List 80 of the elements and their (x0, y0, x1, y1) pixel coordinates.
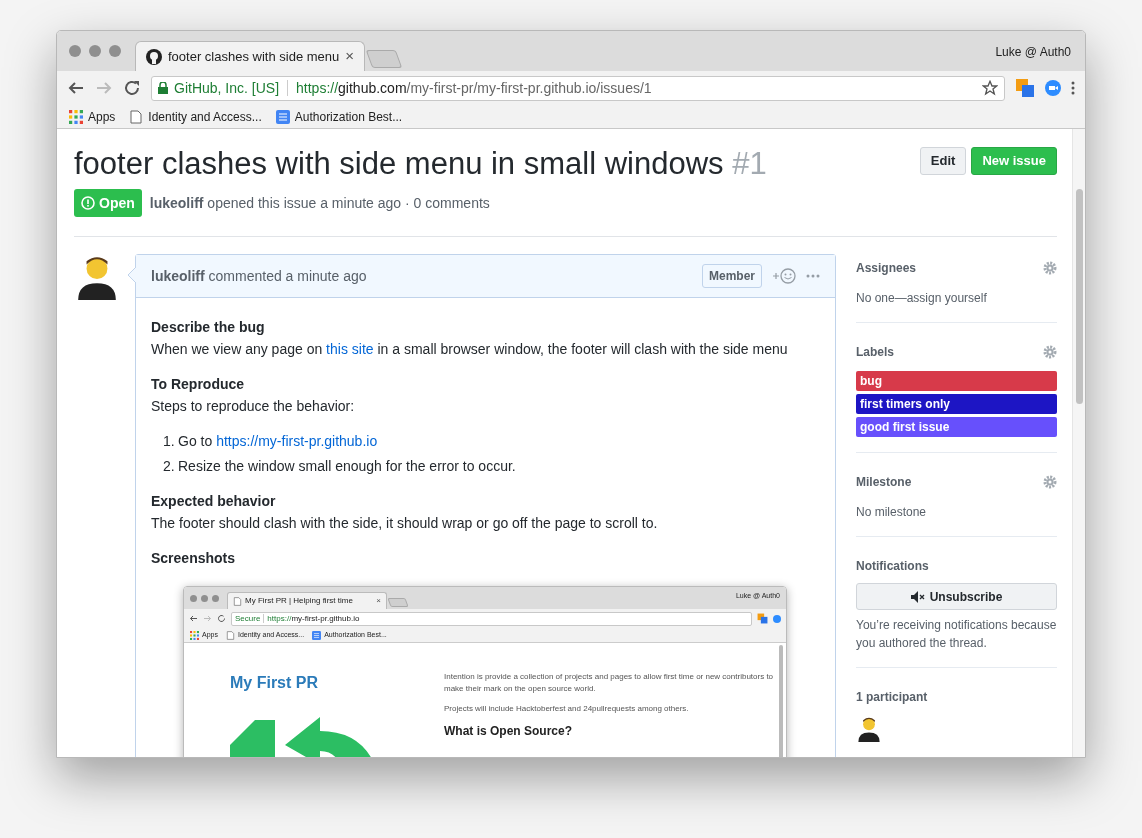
paragraph: When we view any page on this site in a small browser window, the footer will clash with the side menu (151, 340, 789, 359)
video-camera-icon[interactable] (1045, 80, 1061, 96)
section-heading: Describe the bug (151, 318, 266, 337)
url-text: https://my-first-pr.github.io (267, 612, 360, 625)
bookmark-item[interactable]: Identity and Access... (129, 107, 262, 126)
scrollbar-thumb[interactable] (1075, 189, 1083, 404)
label-tag[interactable]: good first issue (856, 417, 1057, 437)
add-reaction-icon[interactable] (772, 268, 796, 284)
video-camera-icon (773, 614, 781, 623)
list-item-text: Resize the window small enough for the error to occur. (178, 457, 516, 476)
sidebar-text: No one—assign yourself (856, 290, 988, 307)
settings-icon[interactable] (1043, 475, 1057, 489)
window-control-icon[interactable] (109, 45, 121, 57)
reload-icon[interactable] (123, 79, 141, 97)
list-item-text: Go to https://my-first-pr.github.io (178, 432, 378, 451)
settings-icon[interactable] (1043, 261, 1057, 275)
lock-icon (158, 82, 168, 94)
paragraph: Projects will include Hacktoberfest and 24pullrequests among others. (444, 703, 690, 715)
tab-title: My First PR | Helping first time (245, 595, 354, 607)
section-heading: To Reproduce (151, 375, 246, 394)
browser-tab[interactable]: footer clashes with side menu × (135, 41, 365, 71)
reload-icon (217, 614, 226, 623)
issue-meta: lukeoliff opened this issue a minute ago · 0 comments (149, 193, 490, 213)
more-options-icon[interactable] (806, 274, 820, 278)
apps-grid-icon (69, 109, 83, 124)
section-heading: Screenshots (151, 549, 237, 568)
page-icon (129, 109, 144, 124)
comment-header-text: lukeoliff commented a minute ago (151, 266, 368, 286)
issue-title: footer clashes with side menu in small windows #1 (74, 145, 768, 183)
label-tag[interactable]: first timers only (856, 394, 1057, 414)
bookmark-item[interactable]: Apps (69, 107, 116, 126)
profile-name[interactable]: Luke @ Auth0 (995, 43, 1071, 61)
document-icon (275, 109, 290, 124)
forward-icon (203, 614, 212, 623)
label-tag[interactable]: bug (856, 371, 1057, 391)
calendar-icon[interactable] (1015, 78, 1035, 98)
list-number: 1. (163, 432, 176, 451)
unsubscribe-button[interactable]: Unsubscribe (856, 583, 1057, 610)
section-heading: Expected behavior (151, 492, 277, 511)
close-icon[interactable]: × (345, 45, 354, 68)
tab-title: footer clashes with side menu (168, 47, 340, 66)
section-heading: What is Open Source? (444, 725, 573, 737)
site-title: My First PR (230, 673, 319, 693)
security-label: Secure (235, 612, 261, 625)
sidebar-text: You’re receiving notifications because you authored the thread. (856, 617, 1057, 652)
list-number: 2. (163, 457, 176, 476)
mute-icon (910, 590, 925, 603)
sidebar-heading: Milestone (856, 474, 912, 491)
address-bar[interactable]: GitHub, Inc. [US] https://github.com/my-first-pr/my-first-pr.github.io/issues/1 (151, 75, 1005, 101)
sidebar-heading: Labels (856, 344, 894, 361)
back-icon (189, 614, 198, 623)
paragraph: Intention is provide a collection of projects and pages to allow first time or new contributors to make their mark on the open source world. (444, 671, 774, 695)
sidebar-heading: Assignees (856, 260, 917, 277)
url-text: https://github.com/my-first-pr/my-first-pr.github.io/issues/1 (296, 78, 652, 98)
alert-icon (81, 196, 95, 210)
paragraph: Steps to reproduce the behavior: (151, 397, 356, 416)
state-badge: Open (74, 189, 142, 217)
link[interactable]: https://my-first-pr.github.io (216, 433, 378, 449)
sidebar-heading: Notifications (856, 558, 929, 575)
document-icon (312, 630, 322, 640)
star-icon[interactable] (982, 80, 998, 96)
window-control-icon[interactable] (89, 45, 101, 57)
settings-icon[interactable] (1043, 345, 1057, 359)
avatar (856, 716, 882, 742)
window-control-icon[interactable] (69, 45, 81, 57)
member-badge: Member (702, 264, 762, 288)
bookmark-item[interactable]: Authorization Best... (275, 107, 403, 126)
calendar-icon (757, 613, 768, 624)
paragraph: The footer should clash with the side, it should wrap or go off the page to scroll to. (151, 514, 659, 533)
new-tab-button[interactable] (365, 50, 403, 68)
sidebar-heading: 1 participant (856, 689, 928, 706)
sidebar-text: No milestone (856, 504, 928, 521)
page-icon (225, 630, 235, 640)
close-icon: × (376, 595, 381, 607)
link[interactable]: this site (326, 341, 374, 357)
security-label: GitHub, Inc. [US] (174, 78, 280, 98)
menu-icon[interactable] (1071, 81, 1075, 95)
page-icon (233, 596, 242, 606)
edit-button[interactable]: Edit (919, 147, 967, 175)
apps-grid-icon (190, 630, 199, 640)
